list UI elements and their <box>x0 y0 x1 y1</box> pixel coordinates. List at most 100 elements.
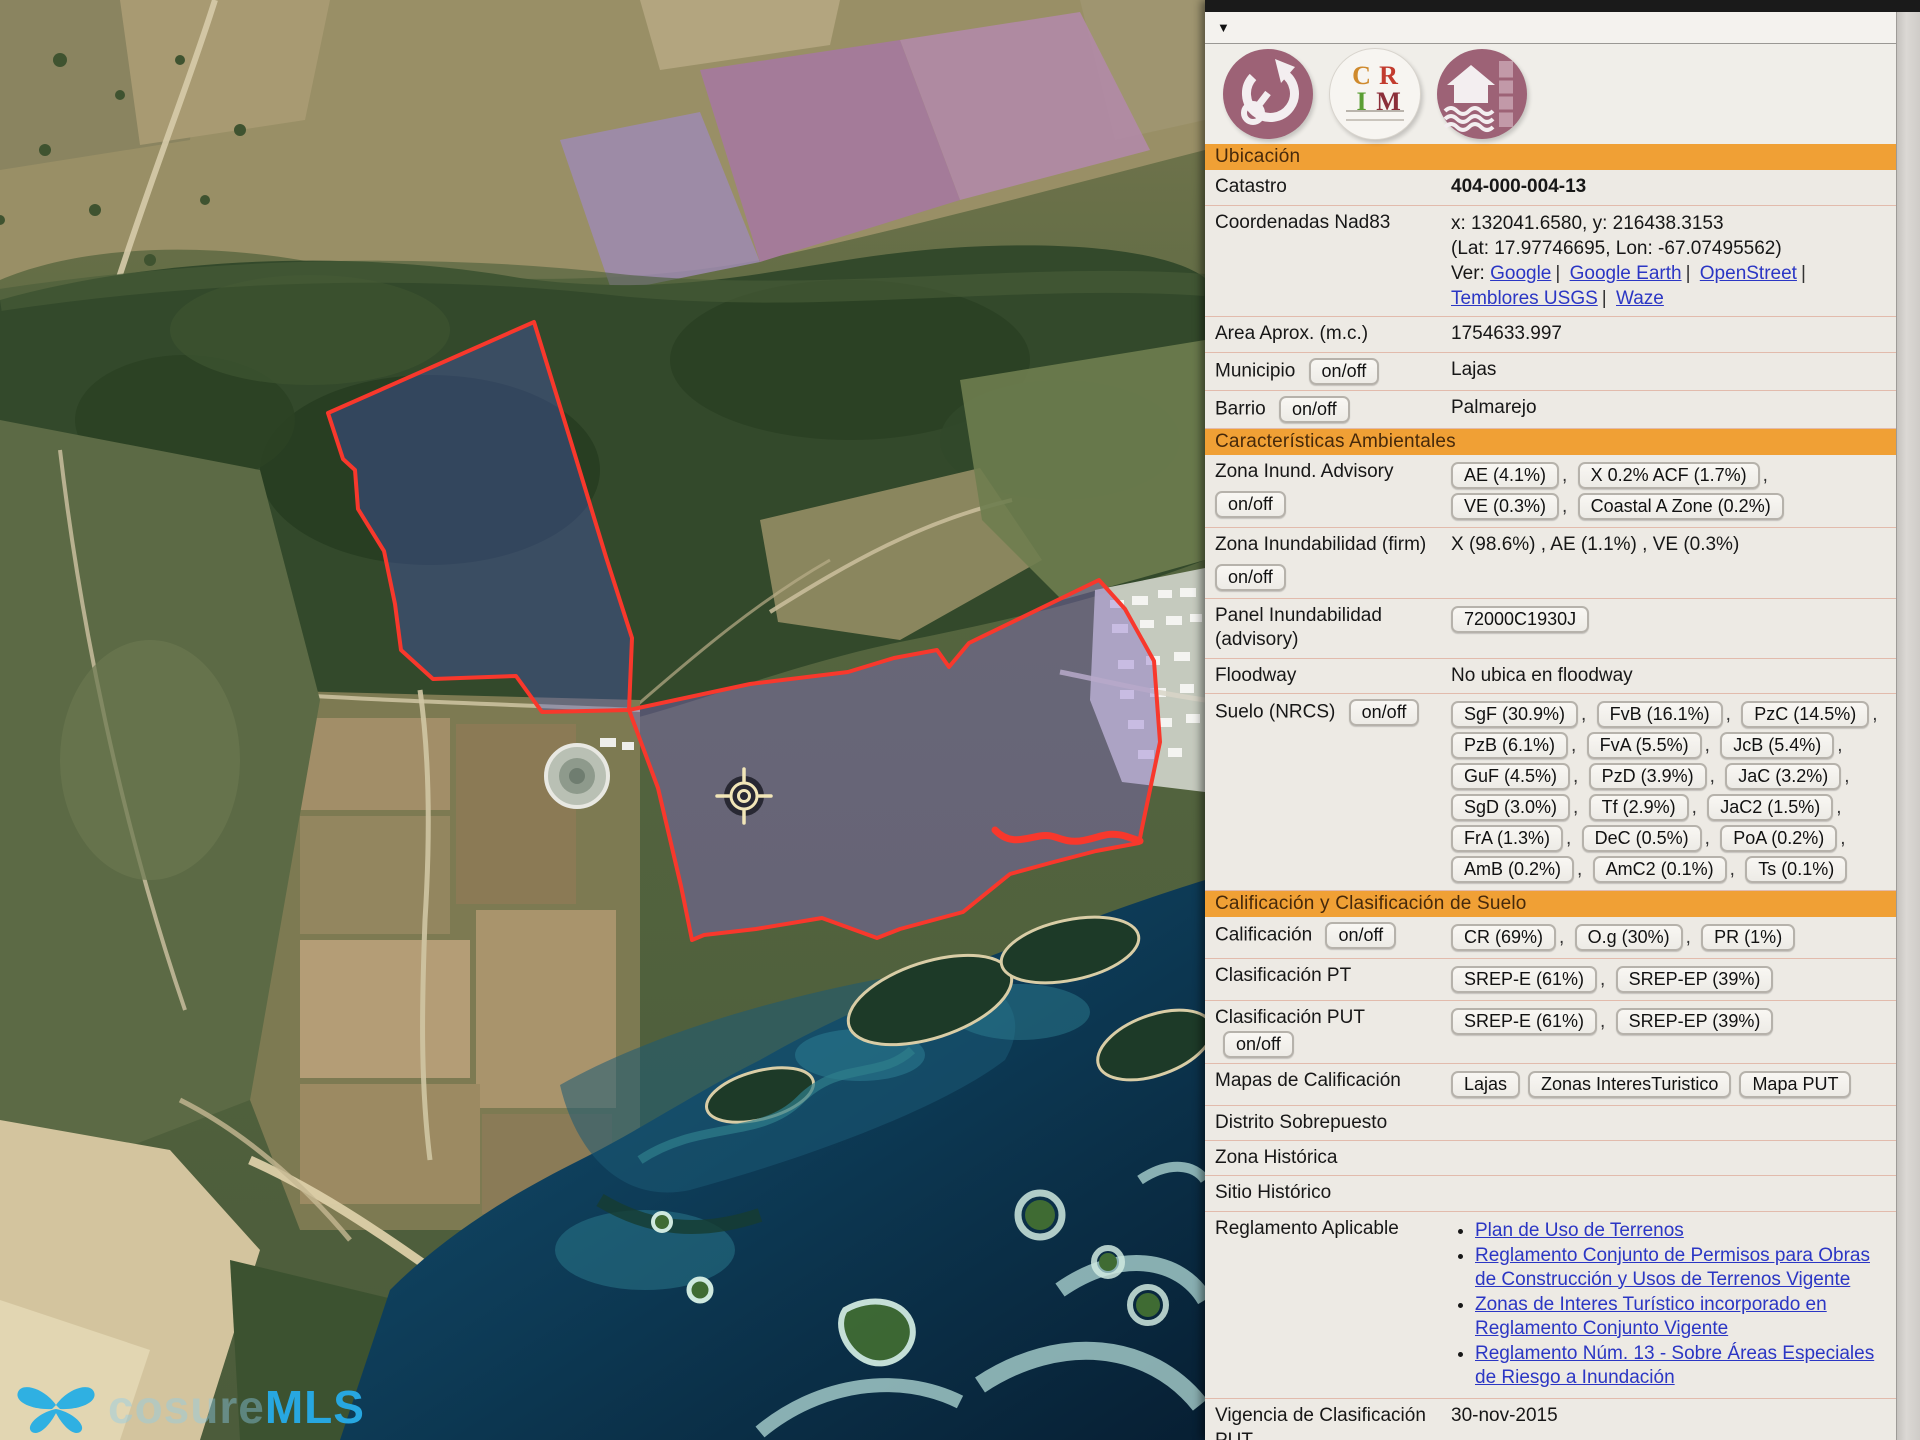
clasificacion-put-chip-list: SREP-E (61%), SREP-EP (39%) <box>1451 1011 1773 1032</box>
chip-separator: , <box>1571 735 1576 756</box>
chip-separator: , <box>1562 496 1567 517</box>
distrito-label: Distrito Sobrepuesto <box>1205 1106 1449 1140</box>
collapse-arrow-icon[interactable]: ▼ <box>1217 20 1230 35</box>
reglamento-link[interactable]: Reglamento Núm. 13 - Sobre Áreas Especia… <box>1475 1343 1874 1388</box>
flood-zone-chip[interactable]: Coastal A Zone (0.2%) <box>1578 493 1784 520</box>
map-button[interactable]: Mapa PUT <box>1739 1071 1851 1098</box>
map-link[interactable]: OpenStreet <box>1700 263 1797 284</box>
clasificacion-chip[interactable]: SREP-EP (39%) <box>1616 1008 1774 1035</box>
planning-board-logo[interactable] <box>1223 49 1313 139</box>
crim-logo[interactable]: C R I M <box>1329 48 1421 140</box>
flood-zone-chip[interactable]: AE (4.1%) <box>1451 462 1559 489</box>
map-button[interactable]: Lajas <box>1451 1071 1520 1098</box>
chip-separator: , <box>1726 704 1731 725</box>
flood-panel-chip[interactable]: 72000C1930J <box>1451 606 1589 633</box>
crim-letter-c: C <box>1348 63 1375 89</box>
map-link[interactable]: Temblores USGS <box>1451 288 1598 309</box>
firm-toggle[interactable]: on/off <box>1215 564 1286 591</box>
chip-separator: , <box>1872 704 1877 725</box>
soil-chip[interactable]: DeC (0.5%) <box>1582 825 1702 852</box>
suelo-toggle[interactable]: on/off <box>1349 699 1420 726</box>
chip-separator: , <box>1705 828 1710 849</box>
top-strip <box>1205 0 1920 12</box>
row-panel-inundabilidad: Panel Inundabilidad (advisory) 72000C193… <box>1205 599 1920 659</box>
chip-separator: , <box>1837 735 1842 756</box>
chip-separator: , <box>1763 465 1768 486</box>
chip-separator: , <box>1566 828 1571 849</box>
clasificacion-pt-chip-list: SREP-E (61%), SREP-EP (39%) <box>1451 969 1773 990</box>
row-floodway: Floodway No ubica en floodway <box>1205 659 1920 695</box>
calificacion-toggle[interactable]: on/off <box>1325 922 1396 949</box>
barrio-toggle[interactable]: on/off <box>1279 396 1350 423</box>
ver-prefix: Ver: <box>1451 263 1485 284</box>
map-link[interactable]: Waze <box>1616 288 1664 309</box>
soil-chip[interactable]: FvB (16.1%) <box>1597 701 1723 728</box>
soil-chip[interactable]: Tf (2.9%) <box>1589 794 1689 821</box>
house-flood-icon <box>1437 49 1527 139</box>
chip-separator: , <box>1600 969 1605 990</box>
soil-chip[interactable]: PoA (0.2%) <box>1720 825 1837 852</box>
reglamento-link[interactable]: Zonas de Interes Turístico incorporado e… <box>1475 1294 1827 1339</box>
reglamento-link[interactable]: Reglamento Conjunto de Permisos para Obr… <box>1475 1245 1870 1290</box>
row-zona-inundabilidad-firm: Zona Inundabilidad (firm) on/off X (98.6… <box>1205 528 1920 599</box>
clasificacion-chip[interactable]: SREP-EP (39%) <box>1616 966 1774 993</box>
link-separator: | <box>1686 263 1691 284</box>
map-canvas[interactable]: cosureMLS <box>0 0 1205 1440</box>
panel-scrollbar[interactable] <box>1896 12 1920 1440</box>
soil-chip[interactable]: PzD (3.9%) <box>1589 763 1707 790</box>
clasificacion-put-label: Clasificación PUT <box>1215 1007 1365 1028</box>
flood-program-logo[interactable] <box>1437 49 1527 139</box>
soil-chip[interactable]: Ts (0.1%) <box>1745 856 1847 883</box>
link-separator: | <box>1602 288 1607 309</box>
soil-chip[interactable]: FvA (5.5%) <box>1587 732 1702 759</box>
map-link[interactable]: Google Earth <box>1570 263 1682 284</box>
clasificacion-pt-label: Clasificación PT <box>1205 959 1449 993</box>
chip-separator: , <box>1730 859 1735 880</box>
soil-chip[interactable]: SgF (30.9%) <box>1451 701 1578 728</box>
crim-letters: C R I M <box>1348 63 1402 113</box>
chip-separator: , <box>1581 704 1586 725</box>
soil-chip[interactable]: JcB (5.4%) <box>1720 732 1834 759</box>
row-reglamento-aplicable: Reglamento Aplicable Plan de Uso de Terr… <box>1205 1212 1920 1400</box>
row-barrio: Barrio on/off Palmarejo <box>1205 391 1920 429</box>
vigencia-put-value: 30-nov-2015 <box>1449 1399 1920 1434</box>
clasificacion-put-toggle[interactable]: on/off <box>1223 1031 1294 1058</box>
municipio-toggle[interactable]: on/off <box>1309 358 1380 385</box>
link-separator: | <box>1801 263 1806 284</box>
flood-zone-chip[interactable]: VE (0.3%) <box>1451 493 1559 520</box>
calificacion-chip[interactable]: CR (69%) <box>1451 924 1556 951</box>
soil-chip[interactable]: FrA (1.3%) <box>1451 825 1563 852</box>
soil-chip[interactable]: PzC (14.5%) <box>1741 701 1869 728</box>
coord-xy: x: 132041.6580, y: 216438.3153 <box>1451 211 1892 236</box>
chip-separator: , <box>1600 1011 1605 1032</box>
coordenadas-label: Coordenadas Nad83 <box>1205 206 1449 240</box>
flood-zone-chip[interactable]: X 0.2% ACF (1.7%) <box>1578 462 1760 489</box>
calificacion-chip[interactable]: PR (1%) <box>1701 924 1795 951</box>
soil-chip[interactable]: AmB (0.2%) <box>1451 856 1574 883</box>
floodway-value: No ubica en floodway <box>1449 659 1920 694</box>
soil-chip[interactable]: GuF (4.5%) <box>1451 763 1570 790</box>
panel-inund-label: Panel Inundabilidad (advisory) <box>1205 599 1449 658</box>
catastro-label: Catastro <box>1205 170 1449 204</box>
soil-chip[interactable]: SgD (3.0%) <box>1451 794 1570 821</box>
row-mapas-calificacion: Mapas de Calificación Lajas Zonas Intere… <box>1205 1064 1920 1106</box>
panel-collapse-bar[interactable]: ▼ <box>1205 12 1920 44</box>
map-button[interactable]: Zonas InteresTuristico <box>1528 1071 1731 1098</box>
soil-chip[interactable]: JaC2 (1.5%) <box>1707 794 1833 821</box>
soil-chip[interactable]: AmC2 (0.1%) <box>1593 856 1727 883</box>
reglamento-link[interactable]: Plan de Uso de Terrenos <box>1475 1220 1684 1241</box>
row-vigencia-put: Vigencia de Clasificación PUT 30-nov-201… <box>1205 1399 1920 1440</box>
reglamento-label: Reglamento Aplicable <box>1205 1212 1449 1246</box>
mapas-button-list: Lajas Zonas InteresTuristico Mapa PUT <box>1449 1064 1920 1105</box>
catastro-value: 404-000-004-13 <box>1449 170 1920 205</box>
map-link[interactable]: Google <box>1490 263 1551 284</box>
clasificacion-chip[interactable]: SREP-E (61%) <box>1451 966 1597 993</box>
soil-chip[interactable]: JaC (3.2%) <box>1725 763 1841 790</box>
calificacion-chip[interactable]: O.g (30%) <box>1575 924 1683 951</box>
soil-chip[interactable]: PzB (6.1%) <box>1451 732 1568 759</box>
map-link-list: Google| Google Earth| OpenStreet| Temblo… <box>1451 263 1810 309</box>
advisory-toggle[interactable]: on/off <box>1215 491 1286 518</box>
row-sitio-historico: Sitio Histórico <box>1205 1176 1920 1211</box>
suelo-chip-list: SgF (30.9%), FvB (16.1%), PzC (14.5%), P… <box>1451 704 1883 880</box>
clasificacion-chip[interactable]: SREP-E (61%) <box>1451 1008 1597 1035</box>
